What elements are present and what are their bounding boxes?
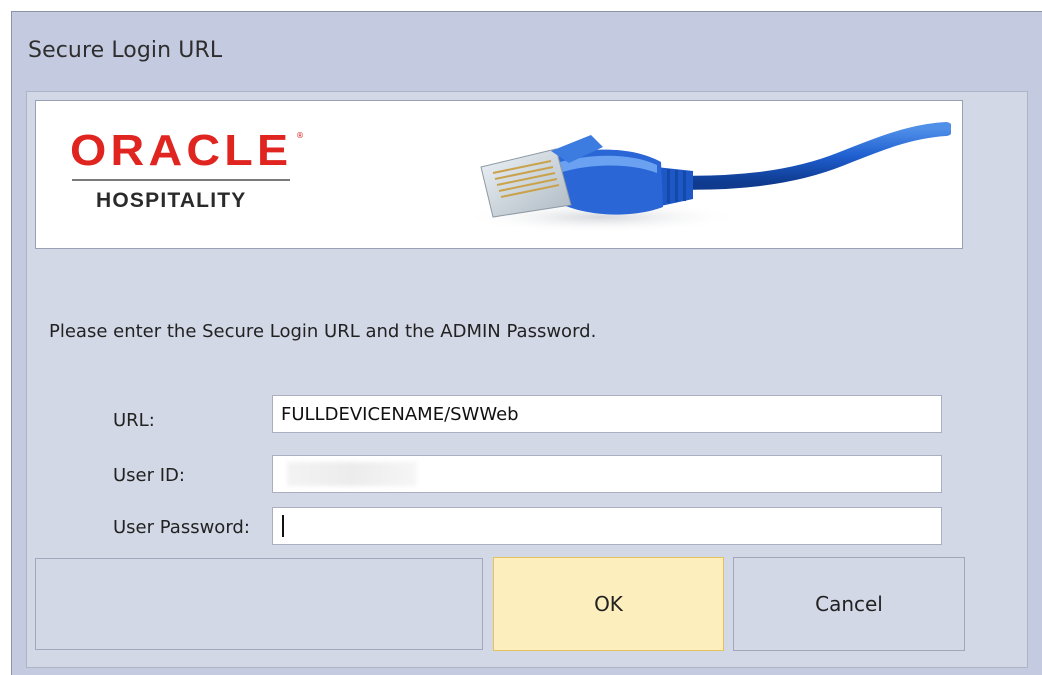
sub-brand-name: HOSPITALITY (96, 189, 247, 212)
logo-divider (72, 179, 290, 181)
user-id-label: User ID: (113, 465, 185, 486)
user-password-label: User Password: (113, 517, 250, 538)
ok-button-label: OK (594, 592, 623, 616)
dialog-title: Secure Login URL (28, 38, 223, 63)
empty-button-panel (35, 558, 483, 650)
user-password-field[interactable] (272, 507, 942, 545)
header-banner: ORACLE ® HOSPITALITY (35, 100, 963, 249)
cancel-button-label: Cancel (815, 592, 883, 616)
cancel-button[interactable]: Cancel (733, 557, 965, 651)
secure-login-dialog: Secure Login URL ORACLE ® HOSPITALITY Pl… (11, 11, 1042, 675)
user-id-field[interactable] (272, 455, 942, 493)
instruction-text: Please enter the Secure Login URL and th… (49, 321, 597, 342)
network-cable-image (461, 122, 951, 233)
brand-name: ORACLE (70, 126, 293, 175)
text-caret (282, 515, 284, 537)
url-label: URL: (113, 410, 155, 431)
registered-mark: ® (296, 131, 304, 140)
ok-button[interactable]: OK (493, 557, 724, 651)
redacted-value (287, 462, 417, 486)
oracle-hospitality-logo: ORACLE ® HOSPITALITY (70, 129, 310, 219)
url-field[interactable] (272, 395, 942, 433)
dialog-body: ORACLE ® HOSPITALITY Please enter the Se… (26, 91, 1028, 668)
